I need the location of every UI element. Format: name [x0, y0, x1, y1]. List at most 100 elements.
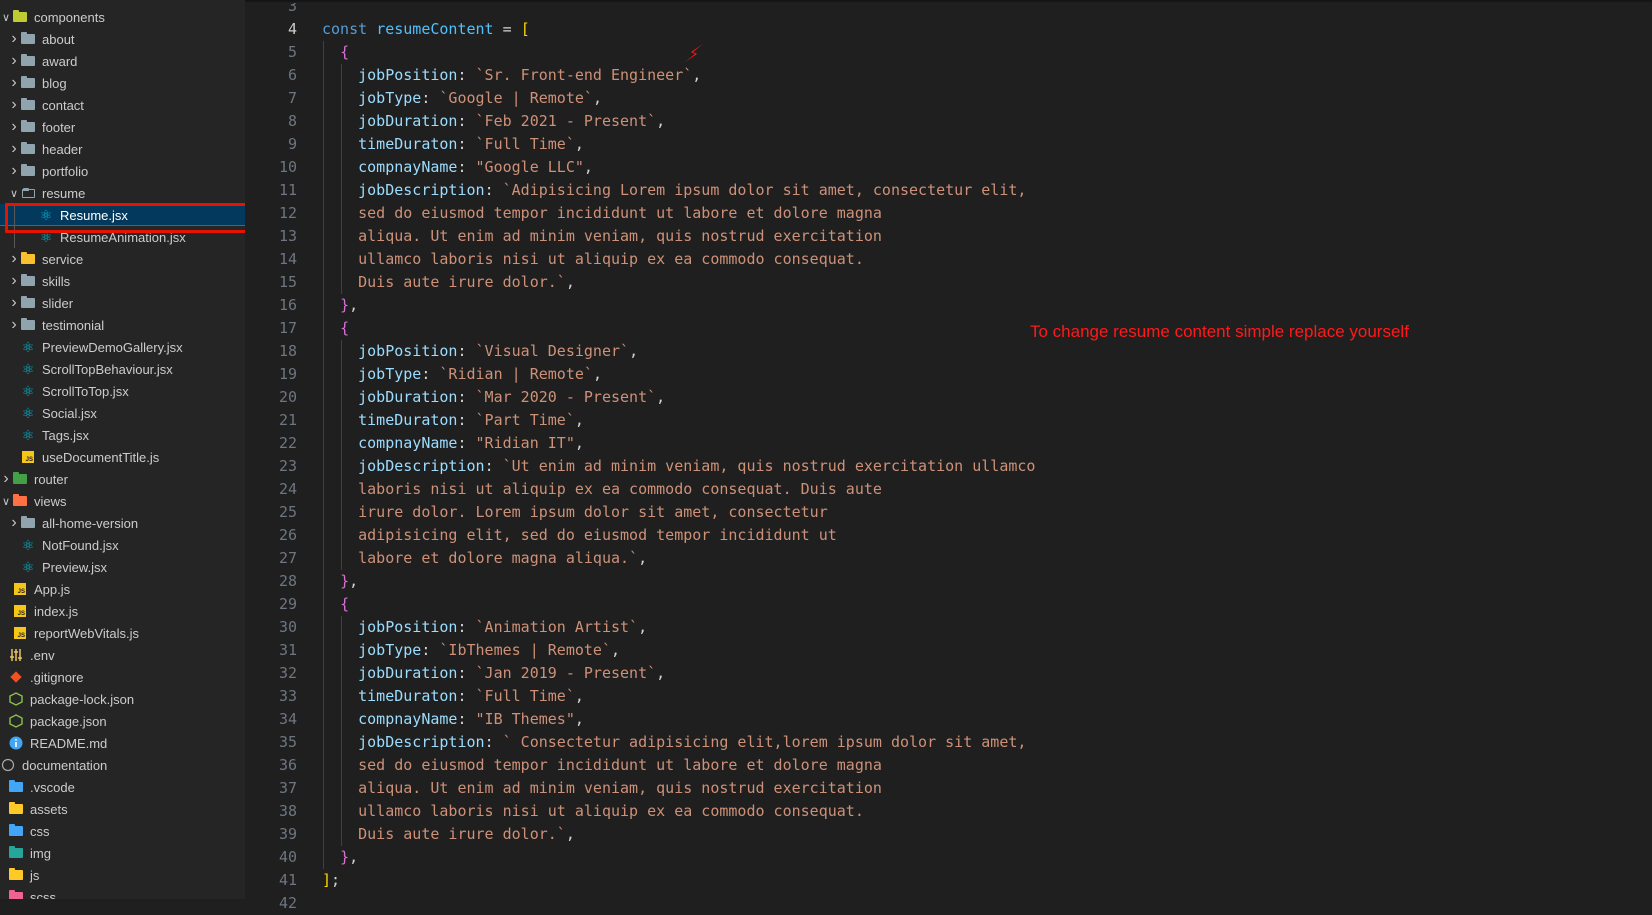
tree-item-testimonial[interactable]: › testimonial: [0, 314, 245, 336]
tree-item-views[interactable]: ∨ views: [0, 490, 245, 512]
code-line[interactable]: 15 Duis aute irure dolor.`,: [245, 271, 1652, 294]
code-line[interactable]: 30 jobPosition: `Animation Artist`,: [245, 616, 1652, 639]
code-line[interactable]: 14 ullamco laboris nisi ut aliquip ex ea…: [245, 248, 1652, 271]
tree-item-resume-jsx[interactable]: ⚛ Resume.jsx: [0, 204, 245, 226]
code-line[interactable]: 4 const resumeContent = [: [245, 18, 1652, 41]
tree-item-previewdemogallery-jsx[interactable]: ⚛ PreviewDemoGallery.jsx: [0, 336, 245, 358]
code-line[interactable]: 8 jobDuration: `Feb 2021 - Present`,: [245, 110, 1652, 133]
code-line[interactable]: 17 {: [245, 317, 1652, 340]
tree-item-reportwebvitals-js[interactable]: JS reportWebVitals.js: [0, 622, 245, 644]
tree-item-package-json[interactable]: package.json: [0, 710, 245, 732]
code-line[interactable]: 26 adipisicing elit, sed do eiusmod temp…: [245, 524, 1652, 547]
tree-item-scss[interactable]: scss: [0, 886, 245, 899]
chevron-right-icon[interactable]: ›: [8, 138, 20, 160]
tree-item-env[interactable]: .env: [0, 644, 245, 666]
chevron-right-icon[interactable]: ›: [8, 270, 20, 292]
code-line[interactable]: 25 irure dolor. Lorem ipsum dolor sit am…: [245, 501, 1652, 524]
tree-item-js[interactable]: js: [0, 864, 245, 886]
code-line[interactable]: 21 timeDuraton: `Part Time`,: [245, 409, 1652, 432]
code-line[interactable]: 37 aliqua. Ut enim ad minim veniam, quis…: [245, 777, 1652, 800]
code-line[interactable]: 36 sed do eiusmod tempor incididunt ut l…: [245, 754, 1652, 777]
chevron-right-icon[interactable]: ›: [8, 248, 20, 270]
code-line[interactable]: 33 timeDuraton: `Full Time`,: [245, 685, 1652, 708]
tree-item-documentation[interactable]: documentation: [0, 754, 245, 776]
code-token: :: [457, 342, 476, 360]
tree-item-index-js[interactable]: JS index.js: [0, 600, 245, 622]
chevron-right-icon[interactable]: ›: [8, 28, 20, 50]
chevron-right-icon[interactable]: ›: [8, 116, 20, 138]
chevron-right-icon[interactable]: ›: [8, 72, 20, 94]
tree-item-notfound-jsx[interactable]: ⚛ NotFound.jsx: [0, 534, 245, 556]
tree-item-blog[interactable]: › blog: [0, 72, 245, 94]
chevron-right-icon[interactable]: ›: [8, 50, 20, 72]
chevron-right-icon[interactable]: ›: [8, 160, 20, 182]
tree-item-about[interactable]: › about: [0, 28, 245, 50]
code-line[interactable]: 42: [245, 892, 1652, 915]
code-line[interactable]: 41];: [245, 869, 1652, 892]
code-line[interactable]: 22 compnayName: "Ridian IT",: [245, 432, 1652, 455]
tree-item-scrolltotop-jsx[interactable]: ⚛ ScrollToTop.jsx: [0, 380, 245, 402]
tree-item-gitignore[interactable]: .gitignore: [0, 666, 245, 688]
code-line[interactable]: 19 jobType: `Ridian | Remote`,: [245, 363, 1652, 386]
tree-item-app-js[interactable]: JS App.js: [0, 578, 245, 600]
tree-item-assets[interactable]: assets: [0, 798, 245, 820]
code-line[interactable]: 31 jobType: `IbThemes | Remote`,: [245, 639, 1652, 662]
tree-item-social-jsx[interactable]: ⚛ Social.jsx: [0, 402, 245, 424]
tree-item-all-home-version[interactable]: › all-home-version: [0, 512, 245, 534]
tree-item-resumeanimation-jsx[interactable]: ⚛ ResumeAnimation.jsx: [0, 226, 245, 248]
tree-item-portfolio[interactable]: › portfolio: [0, 160, 245, 182]
tree-item-css[interactable]: css: [0, 820, 245, 842]
chevron-right-icon[interactable]: ›: [8, 512, 20, 534]
chevron-right-icon[interactable]: ›: [8, 292, 20, 314]
chevron-down-icon[interactable]: ∨: [0, 6, 12, 28]
tree-item-tags-jsx[interactable]: ⚛ Tags.jsx: [0, 424, 245, 446]
tree-item-package-lock-json[interactable]: package-lock.json: [0, 688, 245, 710]
code-line[interactable]: 32 jobDuration: `Jan 2019 - Present`,: [245, 662, 1652, 685]
code-line[interactable]: 27 labore et dolore magna aliqua.`,: [245, 547, 1652, 570]
tree-item-resume[interactable]: ∨ resume: [0, 182, 245, 204]
code-line[interactable]: 28 },: [245, 570, 1652, 593]
chevron-right-icon[interactable]: ›: [8, 314, 20, 336]
tree-item-header[interactable]: › header: [0, 138, 245, 160]
tree-item-label: skills: [42, 273, 71, 289]
chevron-down-icon[interactable]: ∨: [8, 182, 20, 204]
code-line[interactable]: 11 jobDescription: `Adipisicing Lorem ip…: [245, 179, 1652, 202]
code-line[interactable]: 40 },: [245, 846, 1652, 869]
code-editor[interactable]: 3 4 const resumeContent = [5 {6 jobPositio…: [245, 0, 1652, 912]
chevron-down-icon[interactable]: ∨: [0, 490, 12, 512]
code-line[interactable]: 20 jobDuration: `Mar 2020 - Present`,: [245, 386, 1652, 409]
tree-item-scrolltopbehaviour-jsx[interactable]: ⚛ ScrollTopBehaviour.jsx: [0, 358, 245, 380]
tree-item-readme-md[interactable]: README.md: [0, 732, 245, 754]
tree-item-router[interactable]: › router: [0, 468, 245, 490]
code-line[interactable]: 23 jobDescription: `Ut enim ad minim ven…: [245, 455, 1652, 478]
tree-item-slider[interactable]: › slider: [0, 292, 245, 314]
chevron-right-icon[interactable]: ›: [8, 94, 20, 116]
code-line[interactable]: 39 Duis aute irure dolor.`,: [245, 823, 1652, 846]
code-line[interactable]: 7 jobType: `Google | Remote`,: [245, 87, 1652, 110]
code-line[interactable]: 9 timeDuraton: `Full Time`,: [245, 133, 1652, 156]
tree-item-vscode[interactable]: .vscode: [0, 776, 245, 798]
tree-item-footer[interactable]: › footer: [0, 116, 245, 138]
tree-item-award[interactable]: › award: [0, 50, 245, 72]
code-line[interactable]: 5 {: [245, 41, 1652, 64]
code-line[interactable]: 29 {: [245, 593, 1652, 616]
code-line[interactable]: 38 ullamco laboris nisi ut aliquip ex ea…: [245, 800, 1652, 823]
tree-item-skills[interactable]: › skills: [0, 270, 245, 292]
code-line[interactable]: 18 jobPosition: `Visual Designer`,: [245, 340, 1652, 363]
code-line[interactable]: 13 aliqua. Ut enim ad minim veniam, quis…: [245, 225, 1652, 248]
tree-item-preview-jsx[interactable]: ⚛ Preview.jsx: [0, 556, 245, 578]
code-line[interactable]: 6 jobPosition: `Sr. Front-end Engineer`,: [245, 64, 1652, 87]
code-line[interactable]: 34 compnayName: "IB Themes",: [245, 708, 1652, 731]
code-line[interactable]: 35 jobDescription: ` Consectetur adipisi…: [245, 731, 1652, 754]
code-line[interactable]: 16 },: [245, 294, 1652, 317]
tree-item-components[interactable]: ∨ components: [0, 6, 245, 28]
chevron-right-icon[interactable]: ›: [0, 468, 12, 490]
tree-item-service[interactable]: › service: [0, 248, 245, 270]
code-line[interactable]: 24 laboris nisi ut aliquip ex ea commodo…: [245, 478, 1652, 501]
react-icon: ⚛: [21, 559, 35, 575]
tree-item-usedocumenttitle-js[interactable]: JS useDocumentTitle.js: [0, 446, 245, 468]
tree-item-contact[interactable]: › contact: [0, 94, 245, 116]
code-line[interactable]: 12 sed do eiusmod tempor incididunt ut l…: [245, 202, 1652, 225]
code-line[interactable]: 10 compnayName: "Google LLC",: [245, 156, 1652, 179]
tree-item-img[interactable]: img: [0, 842, 245, 864]
